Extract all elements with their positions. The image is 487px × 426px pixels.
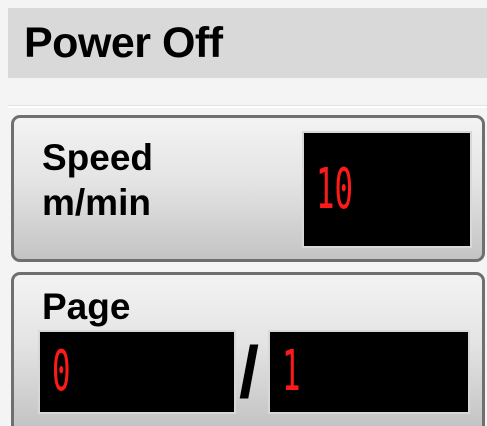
speed-value: 10: [316, 156, 354, 222]
speed-value-display: 10: [302, 131, 472, 248]
page-current-display: 0: [38, 330, 236, 414]
power-status-title: Power Off: [24, 19, 223, 67]
page-total-value: 1: [282, 339, 301, 404]
power-status-header: Power Off: [8, 8, 487, 78]
speed-unit-label: m/min: [42, 182, 151, 223]
divider: [8, 105, 487, 108]
page-separator: /: [239, 333, 260, 413]
page-panel: Page 0 / 1: [11, 272, 485, 426]
page-total-display: 1: [268, 330, 470, 414]
page-label: Page: [42, 286, 131, 327]
speed-label: Speed: [42, 137, 154, 178]
page-current-value: 0: [52, 339, 71, 404]
speed-panel: Speed m/min 10: [11, 115, 485, 262]
